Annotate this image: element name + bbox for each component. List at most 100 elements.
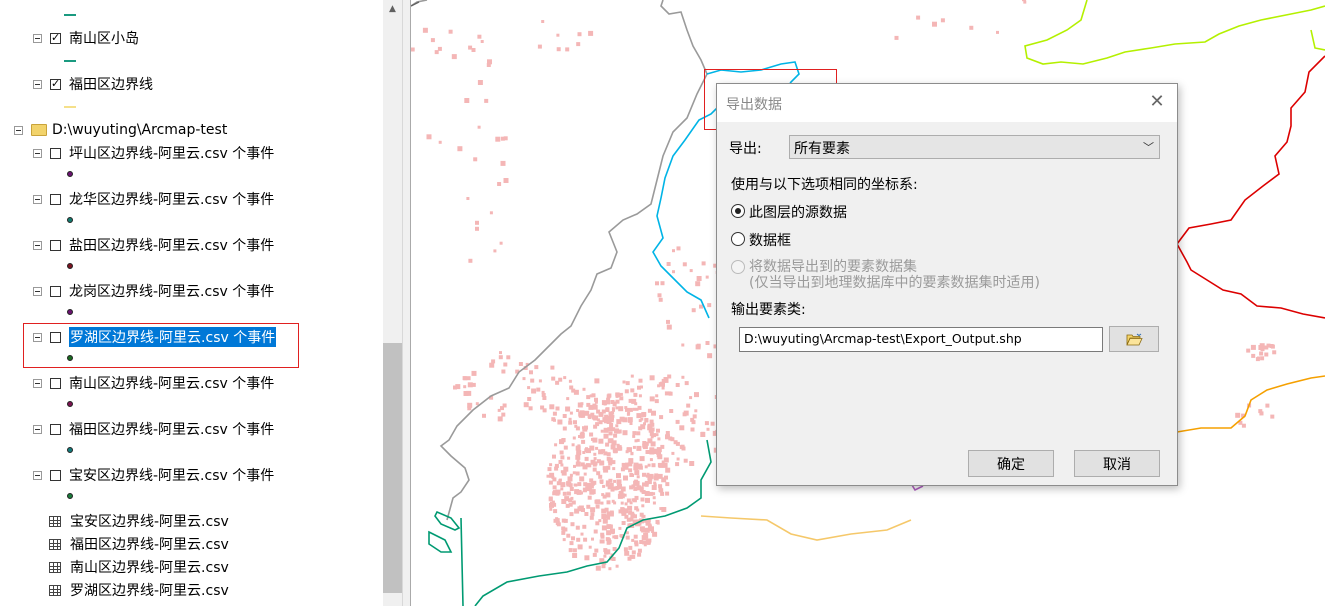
event-point — [637, 552, 642, 557]
toc-layer-nanshan-island[interactable]: 南山区小岛 — [33, 27, 139, 49]
table-of-contents: 南山区小岛 福田区边界线 D:\wuyuting\Arcmap-test 坪山区… — [0, 0, 402, 606]
collapse-icon[interactable] — [33, 378, 42, 388]
event-point — [1260, 347, 1265, 352]
event-point — [602, 484, 606, 488]
event-point — [636, 413, 642, 419]
event-point — [1246, 348, 1251, 353]
toc-table[interactable]: 南山区边界线-阿里云.csv — [49, 556, 229, 578]
layer-visibility-checkbox[interactable] — [50, 193, 61, 205]
toc-csv-layer[interactable]: 坪山区边界线-阿里云.csv 个事件 — [33, 142, 274, 164]
table-icon — [49, 561, 61, 573]
toc-table[interactable]: 福田区边界线-阿里云.csv — [49, 533, 229, 555]
event-point — [588, 483, 594, 489]
dialog-titlebar[interactable]: 导出数据 ✕ — [717, 84, 1177, 122]
layer-visibility-checkbox[interactable] — [50, 423, 61, 435]
radio-data-frame[interactable] — [731, 232, 745, 246]
event-point — [583, 472, 587, 476]
event-point — [504, 178, 508, 182]
layer-symbol-point — [67, 401, 73, 407]
layer-visibility-checkbox[interactable] — [50, 377, 61, 389]
chevron-down-icon: ﹀ — [1143, 141, 1154, 154]
toc-csv-layer[interactable]: 龙岗区边界线-阿里云.csv 个事件 — [33, 280, 274, 302]
toc-csv-layer[interactable]: 宝安区边界线-阿里云.csv 个事件 — [33, 464, 274, 486]
event-point — [559, 450, 564, 455]
event-point — [682, 262, 687, 267]
event-point — [649, 419, 654, 424]
panel-splitter[interactable] — [402, 0, 411, 606]
event-point — [599, 460, 605, 466]
event-point — [616, 473, 621, 479]
layer-visibility-checkbox[interactable] — [50, 32, 61, 44]
collapse-icon[interactable] — [33, 148, 42, 158]
event-point — [625, 381, 630, 386]
event-point — [611, 411, 615, 415]
event-point — [624, 502, 628, 506]
event-point — [574, 391, 578, 394]
event-point — [642, 472, 646, 477]
toc-csv-layer[interactable]: 盐田区边界线-阿里云.csv 个事件 — [33, 234, 274, 256]
collapse-icon[interactable] — [33, 424, 42, 434]
toc-csv-layer[interactable]: 福田区边界线-阿里云.csv 个事件 — [33, 418, 274, 440]
event-point — [594, 378, 600, 384]
layer-visibility-checkbox[interactable] — [50, 147, 61, 159]
dialog-title: 导出数据 — [726, 97, 782, 113]
event-point — [619, 534, 623, 538]
toc-csv-layer[interactable]: 龙华区边界线-阿里云.csv 个事件 — [33, 188, 274, 210]
collapse-icon[interactable] — [33, 79, 42, 89]
collapse-icon[interactable] — [33, 470, 42, 480]
toc-table[interactable]: 罗湖区边界线-阿里云.csv — [49, 579, 229, 601]
toc-folder[interactable]: D:\wuyuting\Arcmap-test — [14, 119, 227, 141]
event-point — [566, 533, 571, 538]
collapse-icon[interactable] — [33, 332, 42, 342]
event-point — [529, 370, 533, 375]
toc-scroll-thumb[interactable] — [383, 343, 402, 593]
layer-visibility-checkbox[interactable] — [50, 285, 61, 297]
event-point — [538, 379, 542, 383]
radio-feature-dataset[interactable] — [731, 260, 745, 274]
layer-label: 龙华区边界线-阿里云.csv 个事件 — [69, 192, 275, 208]
collapse-icon[interactable] — [14, 125, 23, 135]
event-point — [576, 450, 582, 456]
event-point — [631, 538, 635, 542]
event-point — [640, 385, 643, 389]
table-label: 福田区边界线-阿里云.csv — [70, 537, 229, 553]
collapse-icon[interactable] — [33, 194, 42, 204]
event-point — [642, 444, 648, 450]
layer-visibility-checkbox[interactable] — [50, 78, 61, 90]
toc-csv-layer[interactable]: 罗湖区边界线-阿里云.csv 个事件 — [33, 326, 277, 348]
event-point — [689, 269, 693, 273]
collapse-icon[interactable] — [33, 33, 42, 43]
browse-button[interactable] — [1109, 326, 1159, 352]
layer-visibility-checkbox[interactable] — [50, 239, 61, 251]
ok-button[interactable]: 确定 — [968, 450, 1054, 477]
event-point — [634, 479, 639, 484]
event-point — [649, 458, 653, 462]
event-point — [572, 548, 577, 553]
toc-layer-futian-boundary[interactable]: 福田区边界线 — [33, 73, 153, 95]
green-island — [434, 510, 461, 531]
layer-visibility-checkbox[interactable] — [50, 331, 61, 343]
collapse-icon[interactable] — [33, 240, 42, 250]
event-point — [656, 428, 660, 433]
layer-symbol-line — [64, 14, 76, 16]
scroll-up-icon[interactable]: ▲ — [383, 0, 402, 18]
boundary-yellow — [700, 515, 912, 541]
layer-visibility-checkbox[interactable] — [50, 469, 61, 481]
close-icon[interactable]: ✕ — [1147, 92, 1167, 112]
event-point — [582, 387, 586, 391]
radio-source-data[interactable] — [731, 204, 745, 218]
event-point — [471, 48, 476, 52]
event-point — [555, 521, 560, 525]
export-select[interactable]: 所有要素 ﹀ — [789, 135, 1160, 159]
toc-csv-layer[interactable]: 南山区边界线-阿里云.csv 个事件 — [33, 372, 274, 394]
output-path-field[interactable]: D:\wuyuting\Arcmap-test\Export_Output.sh… — [739, 327, 1103, 352]
toc-table[interactable]: 宝安区边界线-阿里云.csv — [49, 510, 229, 532]
collapse-icon[interactable] — [33, 286, 42, 296]
event-point — [590, 459, 596, 465]
event-point — [575, 525, 580, 530]
event-point — [575, 454, 581, 460]
event-point — [647, 425, 653, 431]
cancel-button[interactable]: 取消 — [1074, 450, 1160, 477]
event-point — [499, 351, 502, 355]
event-point — [646, 540, 651, 545]
